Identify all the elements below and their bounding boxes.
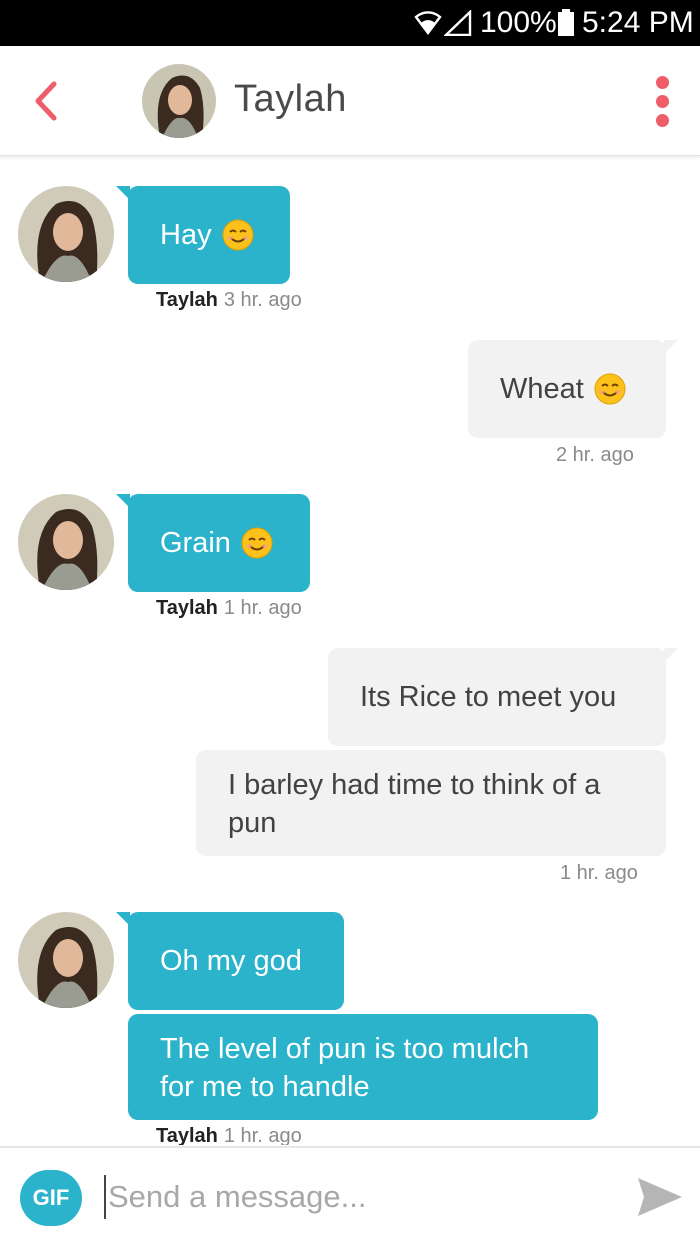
message-bubble-outgoing[interactable]: Wheat <box>468 340 666 438</box>
clock: 5:24 PM <box>582 6 694 39</box>
message-bubble-incoming[interactable]: Oh my god <box>128 912 344 1010</box>
bubble-tail <box>664 340 678 354</box>
timestamp: 1 hr. ago <box>560 862 638 884</box>
message-text: Wheat <box>500 373 584 405</box>
sender-avatar[interactable] <box>18 912 114 1008</box>
battery-percent: 100% <box>480 6 557 39</box>
message-bubble-incoming[interactable]: Hay <box>128 186 290 284</box>
timestamp: 3 hr. ago <box>223 289 302 311</box>
message-text: Hay <box>160 219 212 251</box>
message-bubble-incoming[interactable]: The level of pun is too mulch for me to … <box>128 1014 598 1120</box>
wifi-icon <box>414 11 442 35</box>
sender-name: Taylah <box>156 289 218 311</box>
message-text: The level of pun is too mulch for me to … <box>160 1033 530 1103</box>
smiling-emoji-icon <box>222 219 254 251</box>
smiling-emoji-icon <box>594 373 626 405</box>
contact-avatar[interactable] <box>142 64 216 138</box>
gif-button[interactable]: GIF <box>20 1170 82 1226</box>
message-text: I barley had time to think of a pun <box>228 769 601 839</box>
signal-icon <box>444 10 472 36</box>
message-meta: Taylah 1 hr. ago <box>156 1125 302 1145</box>
message-text: Its Rice to meet you <box>360 681 617 713</box>
status-bar: 100% 5:24 PM <box>0 0 700 46</box>
message-text: Grain <box>160 527 231 559</box>
bubble-tail <box>664 648 678 662</box>
message-bubble-incoming[interactable]: Grain <box>128 494 310 592</box>
sender-name: Taylah <box>156 1125 218 1145</box>
smiling-emoji-icon <box>241 527 273 559</box>
text-cursor <box>104 1175 106 1219</box>
message-meta: Taylah 3 hr. ago <box>156 289 302 312</box>
timestamp: 2 hr. ago <box>556 444 634 466</box>
more-options-icon[interactable] <box>648 76 676 132</box>
send-icon[interactable] <box>636 1174 684 1220</box>
message-composer: GIF <box>0 1146 700 1244</box>
sender-avatar[interactable] <box>18 186 114 282</box>
message-meta: Taylah 1 hr. ago <box>156 597 302 620</box>
battery-icon <box>558 9 574 36</box>
timestamp: 1 hr. ago <box>223 597 302 619</box>
message-bubble-outgoing[interactable]: Its Rice to meet you <box>328 648 666 746</box>
message-input[interactable] <box>108 1170 608 1224</box>
back-icon[interactable] <box>26 76 66 126</box>
contact-name[interactable]: Taylah <box>234 78 347 121</box>
timestamp: 1 hr. ago <box>223 1125 302 1145</box>
message-bubble-outgoing[interactable]: I barley had time to think of a pun <box>196 750 666 856</box>
message-text: Oh my god <box>160 945 302 977</box>
chat-header: Taylah <box>0 46 700 156</box>
sender-avatar[interactable] <box>18 494 114 590</box>
sender-name: Taylah <box>156 597 218 619</box>
